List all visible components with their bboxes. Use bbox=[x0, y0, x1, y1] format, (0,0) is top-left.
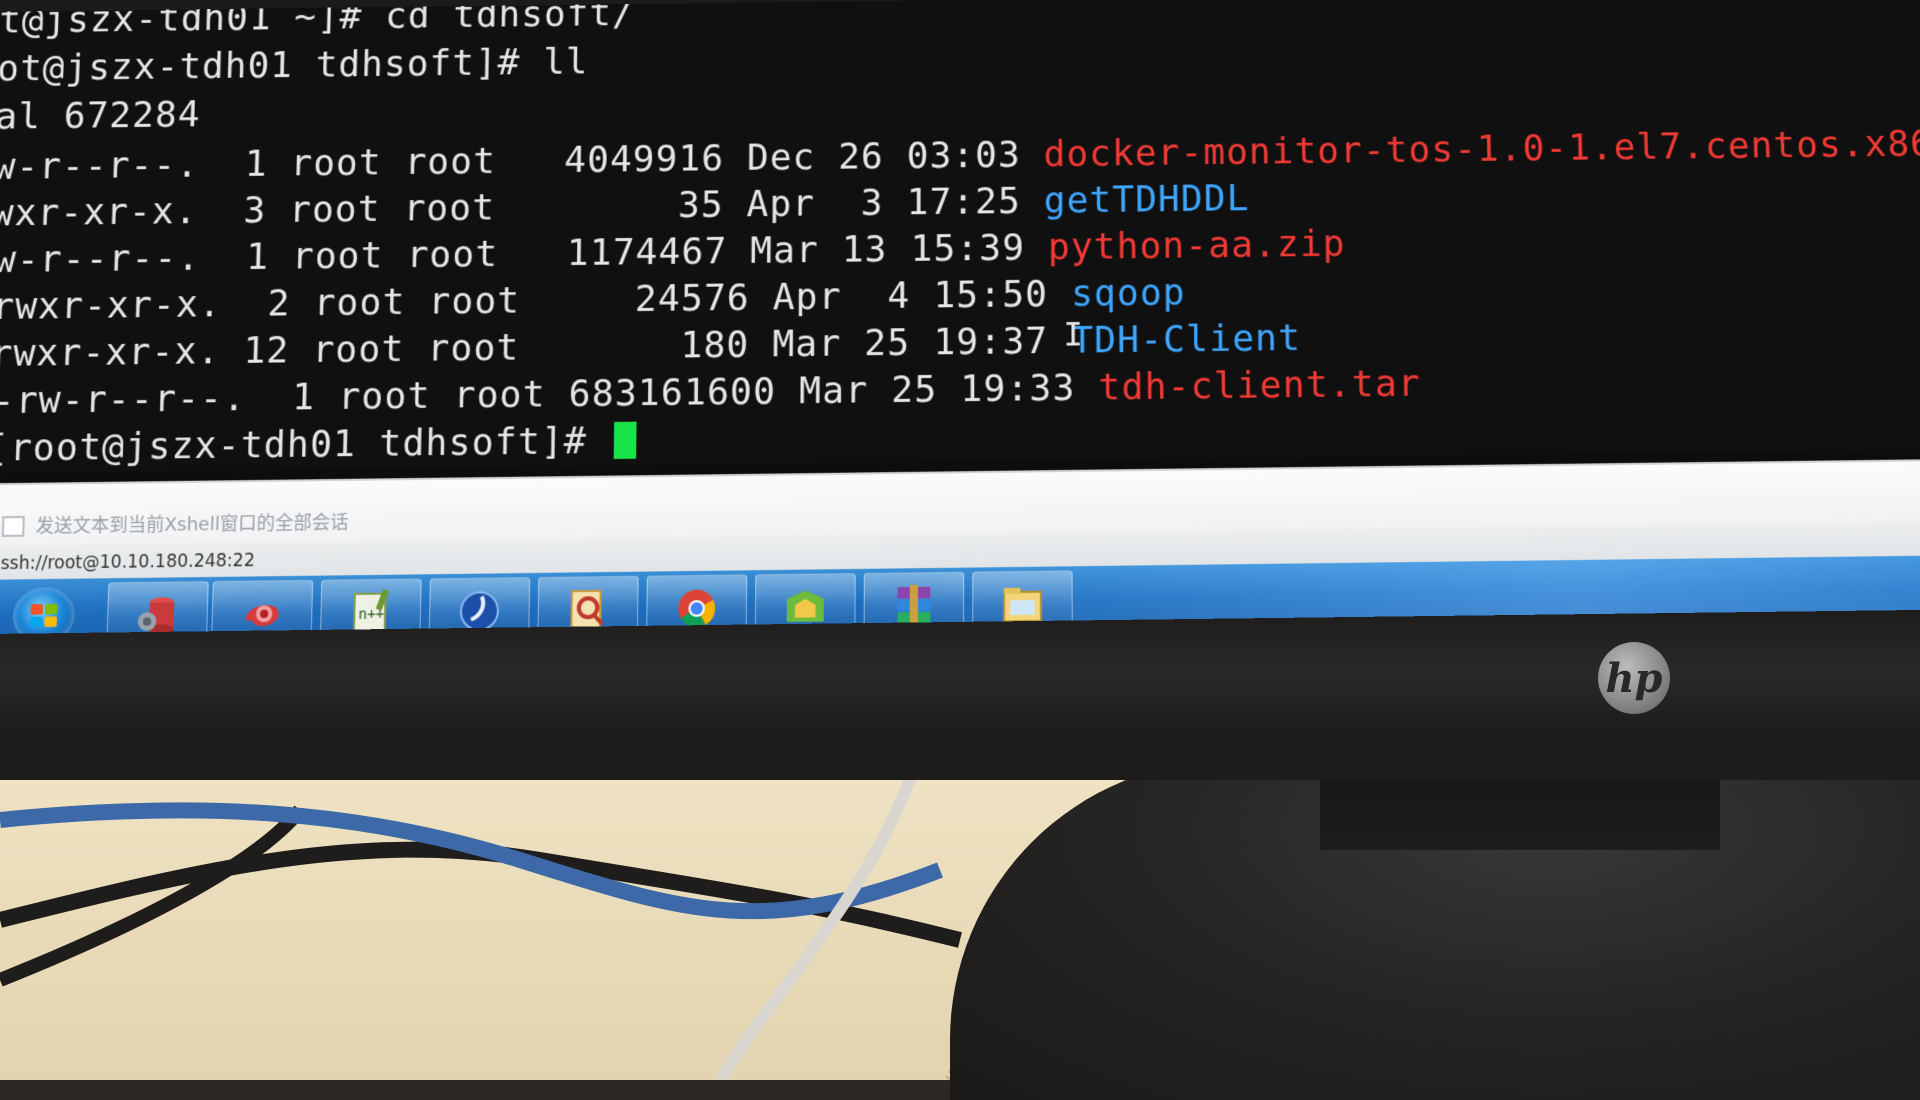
terminal-line: ot@jszx-tdh01 tdhsoft]# ll bbox=[0, 41, 589, 90]
terminal-line: [root@jszx-tdh01 tdhsoft]# bbox=[0, 419, 637, 470]
search-tool-icon[interactable] bbox=[537, 575, 639, 635]
compose-checkbox-icon[interactable] bbox=[1, 515, 25, 537]
filename-text: sqoop bbox=[1070, 271, 1186, 315]
screen: t@jszx-tdh01 ~]# cd tdhsoft/ot@jszx-tdh0… bbox=[0, 0, 1920, 635]
terminal-text: wxr-xr-x. 3 root root 35 Apr 3 17:25 bbox=[0, 180, 1044, 235]
filename-text: TDH-Client bbox=[1071, 317, 1302, 362]
terminal-text: al 672284 bbox=[0, 94, 202, 138]
session-address: ssh://root@10.10.180.248:22 bbox=[0, 550, 256, 575]
filename-text: tdh-client.tar bbox=[1098, 362, 1422, 409]
terminal-output[interactable]: t@jszx-tdh01 ~]# cd tdhsoft/ot@jszx-tdh0… bbox=[0, 0, 1920, 474]
database-tool-icon[interactable] bbox=[106, 581, 209, 635]
xshell-icon[interactable] bbox=[210, 579, 314, 635]
ibeam-cursor-icon: I bbox=[1063, 314, 1083, 354]
filename-text: python-aa.zip bbox=[1047, 223, 1346, 269]
terminal-text: rwxr-xr-x. 12 root root 180 Mar 25 19:37 bbox=[0, 320, 1072, 376]
terminal-line: al 672284 bbox=[0, 94, 202, 138]
compose-input-placeholder[interactable]: 发送文本到当前Xshell窗口的全部会话 bbox=[35, 508, 349, 539]
terminal-line: w-r--r--. 1 root root 4049916 Dec 26 03:… bbox=[0, 122, 1920, 189]
terminal-line: -rw-r--r--. 1 root root 683161600 Mar 25… bbox=[0, 362, 1422, 423]
terminal-text: w-r--r--. 1 root root 1174467 Mar 13 15:… bbox=[0, 226, 1048, 282]
terminal-cursor bbox=[613, 421, 637, 460]
terminal-text: rwxr-xr-x. 2 root root 24576 Apr 4 15:50 bbox=[0, 273, 1072, 329]
terminal-text: w-r--r--. 1 root root 4049916 Dec 26 03:… bbox=[0, 133, 1044, 189]
hp-logo: hp bbox=[1598, 642, 1670, 714]
filename-text: docker-monitor-tos-1.0-1.el7.centos.x86_… bbox=[1043, 122, 1920, 176]
windows-start-icon[interactable] bbox=[11, 587, 76, 635]
ie-browser-icon[interactable] bbox=[428, 577, 531, 635]
terminal-text: [root@jszx-tdh01 tdhsoft]# bbox=[0, 419, 611, 470]
terminal-text: -rw-r--r--. 1 root root 683161600 Mar 25… bbox=[0, 366, 1099, 423]
notepad-plus-plus-icon[interactable]: n++ bbox=[319, 578, 422, 635]
terminal-text: ot@jszx-tdh01 tdhsoft]# ll bbox=[0, 41, 589, 90]
filename-text: getTDHDDL bbox=[1043, 177, 1250, 222]
